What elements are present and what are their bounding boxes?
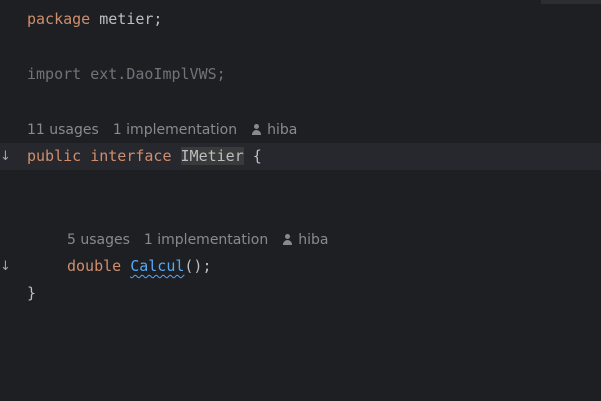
- code-line-close[interactable]: }: [0, 280, 601, 307]
- code-line-method[interactable]: ↓ double Calcul();: [0, 253, 601, 280]
- person-icon: [282, 234, 293, 245]
- code-editor[interactable]: package metier; import ext.DaoImplVWS; 1…: [0, 0, 601, 401]
- interface-name: IMetier: [180, 147, 244, 165]
- implemented-gutter-icon[interactable]: ↓: [0, 149, 12, 165]
- keyword-double: double: [67, 257, 122, 275]
- brace-open: {: [243, 147, 262, 165]
- code-line-package[interactable]: package metier;: [0, 6, 601, 33]
- editor-corner-tab: [541, 0, 601, 4]
- method-name: Calcul: [130, 257, 185, 275]
- package-statement: package metier;: [27, 6, 162, 33]
- interface-implementations-link[interactable]: 1 implementation: [113, 120, 237, 140]
- brace-close: }: [27, 284, 37, 302]
- method-author[interactable]: hiba: [282, 230, 328, 250]
- method-parens: ();: [184, 257, 212, 275]
- interface-author[interactable]: hiba: [251, 120, 297, 140]
- method-declaration: double Calcul();: [67, 253, 212, 280]
- package-name: metier;: [90, 10, 163, 28]
- interface-inlay-hint: 11 usages 1 implementation hiba: [27, 120, 297, 140]
- method-inlay-hint: 5 usages 1 implementation hiba: [67, 230, 328, 250]
- keyword-package: package: [27, 10, 91, 28]
- method-implementations-link[interactable]: 1 implementation: [144, 230, 268, 250]
- interface-usages-link[interactable]: 11 usages: [27, 120, 99, 140]
- method-usages-link[interactable]: 5 usages: [67, 230, 130, 250]
- interface-author-name: hiba: [267, 122, 298, 138]
- implemented-gutter-icon[interactable]: ↓: [0, 259, 12, 275]
- keyword-public: public: [27, 147, 82, 165]
- code-line-import[interactable]: import ext.DaoImplVWS;: [0, 61, 601, 88]
- keyword-interface: interface: [81, 147, 181, 165]
- interface-declaration: public interface IMetier {: [27, 143, 262, 170]
- import-statement: import ext.DaoImplVWS;: [27, 65, 226, 83]
- method-author-name: hiba: [298, 232, 329, 248]
- person-icon: [251, 124, 262, 135]
- code-line-interface[interactable]: ↓ public interface IMetier {: [0, 143, 601, 170]
